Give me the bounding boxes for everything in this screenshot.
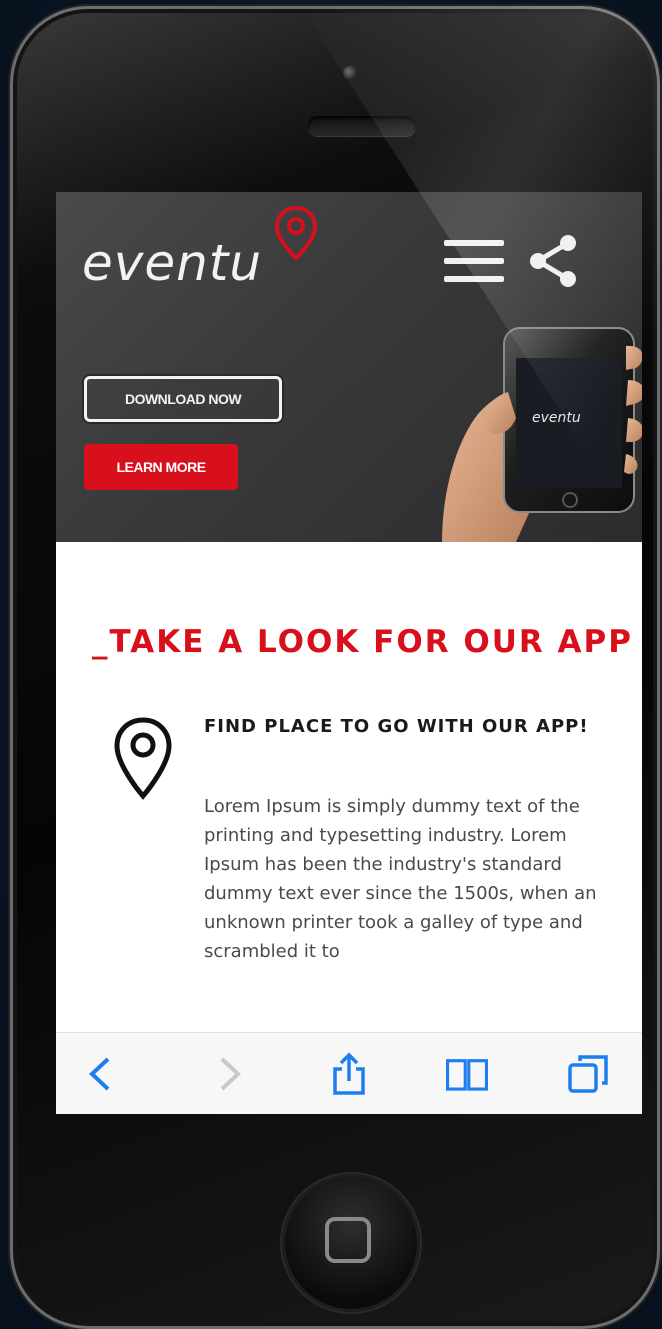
hero-banner: eventu DOWNLOAD NOW LEARN MORE eventu: [56, 192, 642, 542]
tabs-icon[interactable]: [566, 1051, 612, 1097]
share-icon[interactable]: [526, 232, 580, 290]
app-logo[interactable]: eventu: [82, 234, 262, 292]
learn-more-button[interactable]: LEARN MORE: [84, 444, 238, 490]
home-button[interactable]: [282, 1174, 420, 1312]
feature-heading: FIND PLACE TO GO WITH OUR APP!: [204, 716, 589, 737]
earpiece-speaker: [308, 116, 416, 136]
phone-device: eventu DOWNLOAD NOW LEARN MORE eventu _T…: [10, 6, 660, 1329]
front-camera: [343, 66, 357, 80]
section-title: _TAKE A LOOK FOR OUR APP: [92, 624, 633, 660]
location-pin-icon: [114, 717, 172, 800]
share-icon[interactable]: [326, 1051, 372, 1097]
hamburger-menu-icon[interactable]: [444, 236, 504, 286]
logo-pin-icon: [274, 206, 318, 260]
feature-description: Lorem Ipsum is simply dummy text of the …: [204, 796, 597, 962]
download-now-button[interactable]: DOWNLOAD NOW: [84, 376, 282, 422]
home-square-icon: [325, 1217, 371, 1263]
back-icon[interactable]: [78, 1051, 124, 1097]
bookmarks-icon[interactable]: [444, 1051, 490, 1097]
forward-icon[interactable]: [206, 1051, 252, 1097]
hand-holding-phone-image: eventu: [442, 327, 642, 542]
phone-screen-logo: eventu: [532, 410, 581, 426]
browser-toolbar: [56, 1032, 642, 1114]
phone-screen: eventu DOWNLOAD NOW LEARN MORE eventu _T…: [56, 192, 642, 1114]
scene: eventu DOWNLOAD NOW LEARN MORE eventu _T…: [0, 0, 662, 1329]
